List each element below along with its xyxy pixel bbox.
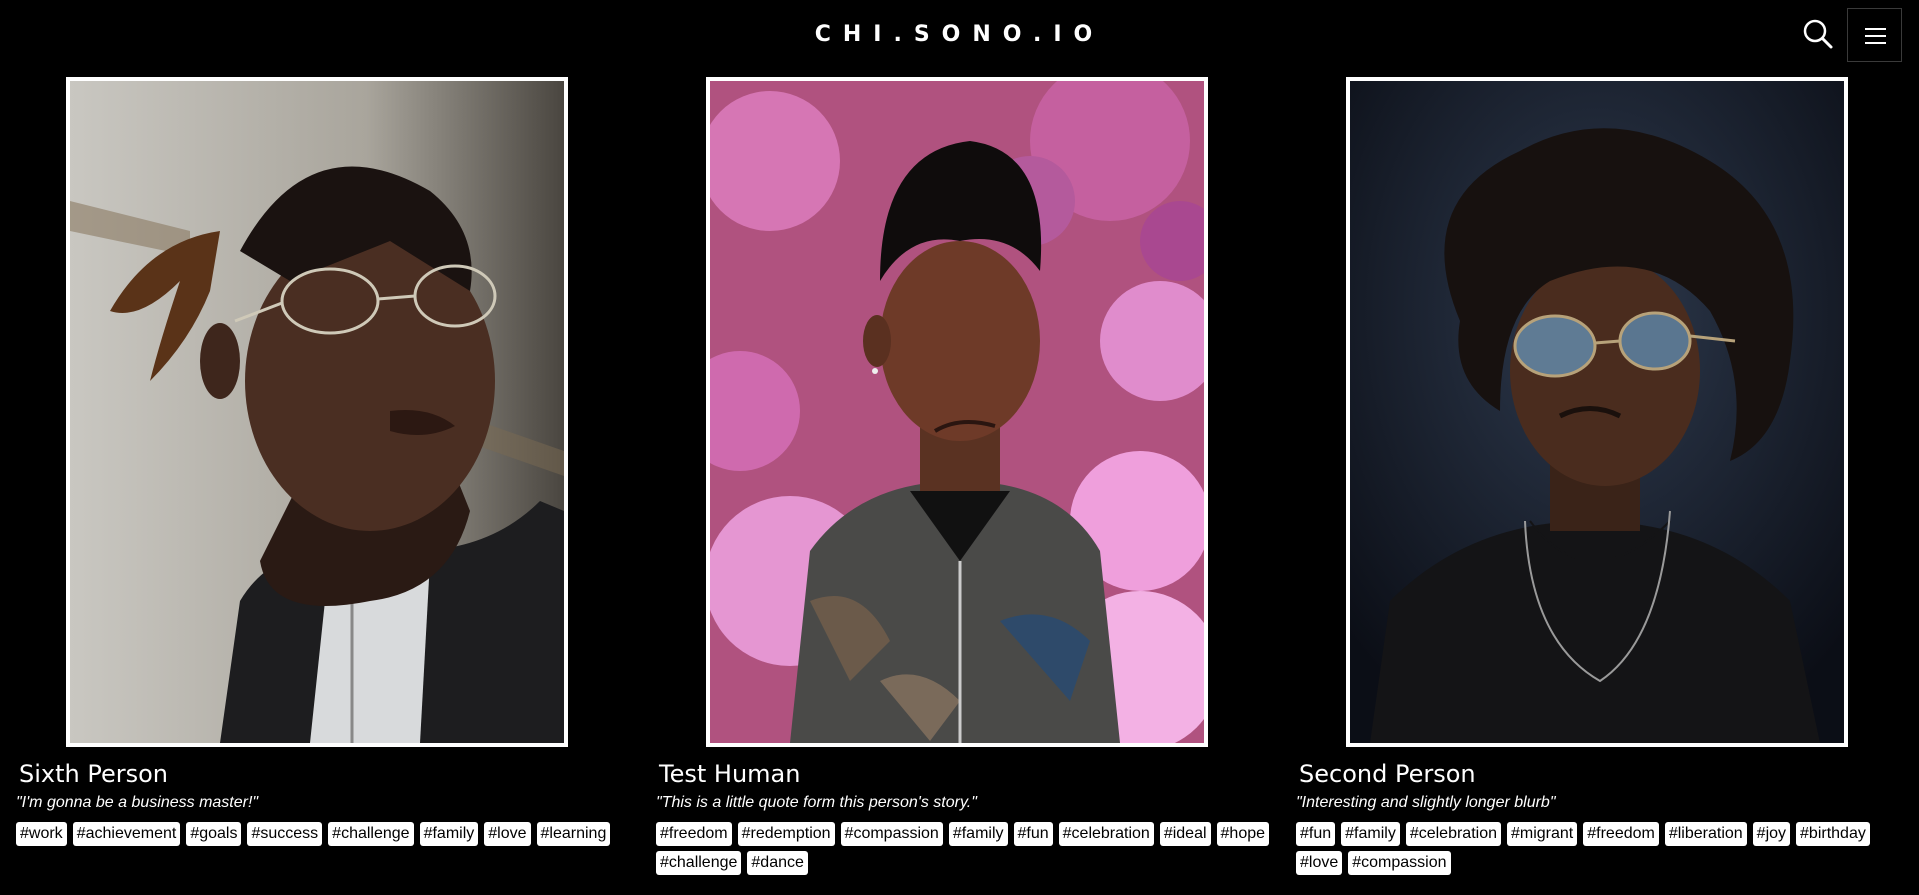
person-name[interactable]: Second Person bbox=[1299, 760, 1476, 788]
hashtag[interactable]: #goals bbox=[186, 822, 242, 846]
site-header: CHI.SONO.IO bbox=[0, 0, 1919, 72]
hashtag[interactable]: #love bbox=[484, 822, 531, 846]
person-photo[interactable] bbox=[1346, 77, 1848, 747]
person-quote: "I'm gonna be a business master!" bbox=[16, 794, 259, 811]
tag-list: #fun #family #celebration #migrant #free… bbox=[1296, 822, 1896, 875]
hashtag[interactable]: #family bbox=[948, 822, 1008, 846]
tag-list: #work #achievement #goals #success #chal… bbox=[16, 822, 646, 846]
menu-bar bbox=[1865, 42, 1886, 44]
hashtag[interactable]: #achievement bbox=[72, 822, 181, 846]
hashtag[interactable]: #work bbox=[16, 822, 67, 846]
hashtag[interactable]: #freedom bbox=[656, 822, 732, 846]
hashtag[interactable]: #freedom bbox=[1583, 822, 1659, 846]
hashtag[interactable]: #hope bbox=[1216, 822, 1270, 846]
hashtag[interactable]: #family bbox=[419, 822, 479, 846]
hashtag[interactable]: #learning bbox=[536, 822, 611, 846]
menu-bar bbox=[1865, 35, 1886, 37]
hamburger-menu-button[interactable] bbox=[1847, 8, 1902, 62]
search-icon[interactable] bbox=[1800, 16, 1836, 52]
person-name[interactable]: Sixth Person bbox=[19, 760, 168, 788]
person-photo[interactable] bbox=[706, 77, 1208, 747]
hashtag[interactable]: #dance bbox=[747, 851, 808, 875]
hashtag[interactable]: #challenge bbox=[656, 851, 742, 875]
hashtag[interactable]: #family bbox=[1341, 822, 1400, 846]
hashtag[interactable]: #compassion bbox=[1348, 851, 1451, 875]
hashtag[interactable]: #celebration bbox=[1405, 822, 1501, 846]
person-quote: "This is a little quote form this person… bbox=[656, 794, 977, 811]
person-quote: "Interesting and slightly longer blurb" bbox=[1296, 794, 1556, 811]
hashtag[interactable]: #liberation bbox=[1664, 822, 1747, 846]
hashtag[interactable]: #celebration bbox=[1058, 822, 1154, 846]
hashtag[interactable]: #birthday bbox=[1796, 822, 1870, 846]
hashtag[interactable]: #redemption bbox=[737, 822, 835, 846]
person-photo[interactable] bbox=[66, 77, 568, 747]
site-logo[interactable]: CHI.SONO.IO bbox=[0, 22, 1919, 47]
hashtag[interactable]: #success bbox=[247, 822, 323, 846]
hashtag[interactable]: #challenge bbox=[328, 822, 414, 846]
hashtag[interactable]: #joy bbox=[1752, 822, 1791, 846]
hashtag[interactable]: #ideal bbox=[1159, 822, 1211, 846]
hashtag[interactable]: #compassion bbox=[840, 822, 943, 846]
hashtag[interactable]: #love bbox=[1296, 851, 1343, 875]
menu-bar bbox=[1865, 28, 1886, 30]
person-name[interactable]: Test Human bbox=[659, 760, 800, 788]
hashtag[interactable]: #fun bbox=[1013, 822, 1053, 846]
tag-list: #freedom #redemption #compassion #family… bbox=[656, 822, 1286, 875]
hashtag[interactable]: #migrant bbox=[1507, 822, 1578, 846]
hashtag[interactable]: #fun bbox=[1296, 822, 1336, 846]
